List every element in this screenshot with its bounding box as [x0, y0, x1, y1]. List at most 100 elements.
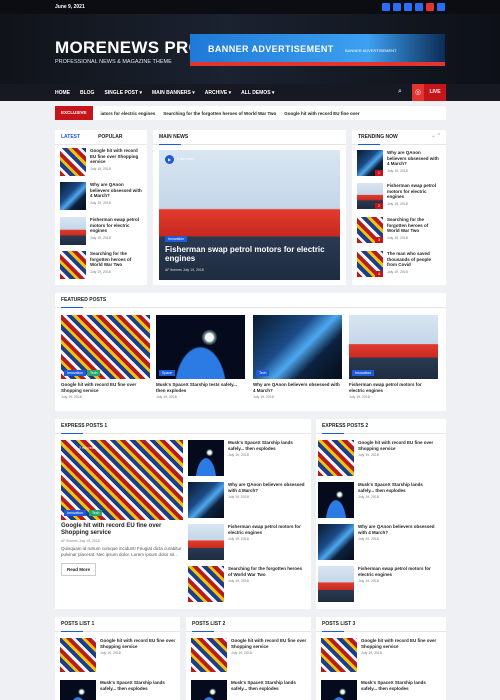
list-item[interactable]: 3 Searching for the forgotten heroes of … [357, 217, 441, 243]
post-thumbnail[interactable] [188, 482, 224, 518]
list-item[interactable]: Musk's SpaceX Starship lands safely... t… [191, 680, 309, 700]
featured-card[interactable]: Tech Why are QAnon believers obsessed wi… [253, 315, 342, 399]
list-item[interactable]: Why are QAnon believers obsessed with 4 … [60, 182, 142, 210]
post-title[interactable]: Musk's SpaceX Starship tests safely... t… [156, 382, 245, 393]
post-thumbnail[interactable] [191, 638, 227, 672]
post-thumbnail[interactable] [60, 251, 86, 279]
post-title[interactable]: Fisherman swap petrol motors for electri… [228, 524, 306, 535]
post-thumbnail[interactable] [318, 482, 354, 518]
category-badge[interactable]: Innovation [64, 370, 87, 376]
ticker-item[interactable]: iators for electric engines [101, 111, 156, 116]
category-badge[interactable]: Tech [256, 370, 270, 376]
post-thumbnail[interactable] [60, 638, 96, 672]
post-title[interactable]: Musk's SpaceX Starship lands safely... t… [358, 482, 440, 493]
post-title[interactable]: Searching for the forgotten heroes of Wo… [228, 566, 306, 577]
read-more-button[interactable]: Read More [61, 563, 97, 576]
category-badge[interactable]: Space [159, 370, 175, 376]
list-item[interactable]: Musk's SpaceX Starship lands safely... t… [60, 680, 178, 700]
post-thumbnail[interactable] [188, 440, 224, 476]
list-item[interactable]: 2 Fisherman swap petrol motors for elect… [357, 183, 441, 209]
list-item[interactable]: Musk's SpaceX Starship lands safely... t… [321, 680, 443, 700]
live-button[interactable]: LIVE [424, 84, 446, 101]
list-item[interactable]: Fisherman swap petrol motors for electri… [188, 524, 306, 560]
post-thumbnail[interactable] [318, 524, 354, 560]
post-thumbnail[interactable] [188, 524, 224, 560]
post-title[interactable]: Musk's SpaceX Starship lands safely... t… [100, 680, 178, 691]
list-item[interactable]: Searching for the forgotten heroes of Wo… [188, 566, 306, 602]
list-item[interactable]: Google hit with record EU fine over Shop… [60, 148, 142, 176]
featured-card[interactable]: Innovation Tech Google hit with record EU… [61, 315, 150, 399]
post-thumbnail[interactable]: Innovation [349, 315, 438, 379]
post-title[interactable]: Why are QAnon believers obsessed with 4 … [387, 150, 441, 167]
post-thumbnail[interactable]: Tech [253, 315, 342, 379]
nav-blog[interactable]: BLOG [80, 90, 94, 96]
post-title[interactable]: Google hit with record EU fine over Shop… [358, 440, 440, 451]
post-title[interactable]: Fisherman swap petrol motors for electri… [387, 183, 441, 200]
post-title[interactable]: Why are QAnon believers obsessed with 4 … [358, 524, 440, 535]
post-title[interactable]: Google hit with record EU fine over Shop… [100, 638, 178, 649]
slider-arrows[interactable]: ⌄ ⌃ [431, 133, 441, 139]
category-badge[interactable]: Innovation [64, 510, 87, 516]
list-item[interactable]: 1 Why are QAnon believers obsessed with … [357, 150, 441, 176]
post-title[interactable]: Fisherman swap petrol motors for electri… [349, 382, 438, 393]
post-title[interactable]: The man who saved thousands of people fr… [387, 251, 441, 268]
post-title[interactable]: Google hit with record EU fine over Shop… [61, 382, 150, 393]
post-title[interactable]: Google hit with record EU fine over Shop… [361, 638, 443, 649]
post-title[interactable]: Google hit with record EU fine over Shop… [231, 638, 309, 649]
category-badge[interactable]: Tech [87, 370, 101, 376]
vk-icon[interactable] [415, 3, 423, 11]
featured-card[interactable]: Space Musk's SpaceX Starship tests safel… [156, 315, 245, 399]
list-item[interactable]: Google hit with record EU fine over Shop… [191, 638, 309, 672]
post-title[interactable]: Why are QAnon believers obsessed with 4 … [253, 382, 342, 393]
list-item[interactable]: Why are QAnon believers obsessed with 4 … [318, 524, 440, 560]
search-icon[interactable]: ⌕ [398, 88, 402, 96]
list-item[interactable]: Musk's SpaceX Starship lands safely... t… [188, 440, 306, 476]
post-title[interactable]: Searching for the forgotten heroes of Wo… [90, 251, 142, 268]
post-title[interactable]: Fisherman swap petrol motors for electri… [358, 566, 440, 577]
post-title[interactable]: Fisherman swap petrol motors for electri… [90, 217, 142, 234]
list-item[interactable]: Google hit with record EU fine over Shop… [321, 638, 443, 672]
nav-archive[interactable]: ARCHIVE ▾ [205, 90, 231, 96]
ticker-item[interactable]: Searching for the forgotten heroes of Wo… [163, 111, 276, 116]
list-item[interactable]: Fisherman swap petrol motors for electri… [60, 217, 142, 245]
post-thumbnail[interactable]: 3 [357, 217, 383, 243]
post-thumbnail[interactable] [60, 680, 96, 700]
instagram-icon[interactable] [437, 3, 445, 11]
main-news-title[interactable]: Fisherman swap petrol motors for electri… [165, 245, 330, 263]
post-thumbnail[interactable] [60, 217, 86, 245]
post-thumbnail[interactable] [318, 566, 354, 602]
post-thumbnail[interactable] [318, 440, 354, 476]
nav-all-demos[interactable]: ALL DEMOS ▾ [241, 90, 274, 96]
tab-latest[interactable]: LATEST [61, 134, 80, 140]
post-thumbnail[interactable] [60, 182, 86, 210]
nav-main-banners[interactable]: MAIN BANNERS ▾ [152, 90, 195, 96]
twitter-icon[interactable] [393, 3, 401, 11]
post-title[interactable]: Why are QAnon believers obsessed with 4 … [90, 182, 142, 199]
category-badge[interactable]: Innovation [352, 370, 375, 376]
ticker-item[interactable]: Google hit with record EU fine over [284, 111, 359, 116]
list-item[interactable]: Fisherman swap petrol motors for electri… [318, 566, 440, 602]
express-main-image[interactable]: 2 min read Innovation Tech [61, 440, 183, 520]
play-icon[interactable]: ▶ [165, 155, 174, 164]
linkedin-icon[interactable] [404, 3, 412, 11]
post-thumbnail[interactable] [60, 148, 86, 176]
nav-single-post[interactable]: SINGLE POST ▾ [104, 90, 142, 96]
youtube-icon[interactable] [426, 3, 434, 11]
post-title[interactable]: Musk's SpaceX Starship lands safely... t… [228, 440, 306, 451]
post-thumbnail[interactable]: 2 [357, 183, 383, 209]
list-item[interactable]: Musk's SpaceX Starship lands safely... t… [318, 482, 440, 518]
featured-card[interactable]: Innovation Fisherman swap petrol motors … [349, 315, 438, 399]
post-thumbnail[interactable]: Space [156, 315, 245, 379]
post-thumbnail[interactable] [188, 566, 224, 602]
post-thumbnail[interactable]: 1 [357, 150, 383, 176]
banner-ad[interactable]: BANNER ADVERTISEMENT BANNER ADVERTISEMEN… [190, 34, 445, 66]
list-item[interactable]: Searching for the forgotten heroes of Wo… [60, 251, 142, 279]
post-title[interactable]: Google hit with record EU fine over Shop… [61, 523, 183, 537]
post-thumbnail[interactable]: Innovation Tech [61, 315, 150, 379]
post-title[interactable]: Musk's SpaceX Starship lands safely... t… [231, 680, 309, 691]
author-name[interactable]: AF themes [165, 268, 182, 272]
category-badge[interactable]: Innovation [165, 236, 188, 242]
post-thumbnail[interactable] [321, 638, 357, 672]
list-item[interactable]: Why are QAnon believers obsessed with 4 … [188, 482, 306, 518]
post-title[interactable]: Musk's SpaceX Starship lands safely... t… [361, 680, 443, 691]
